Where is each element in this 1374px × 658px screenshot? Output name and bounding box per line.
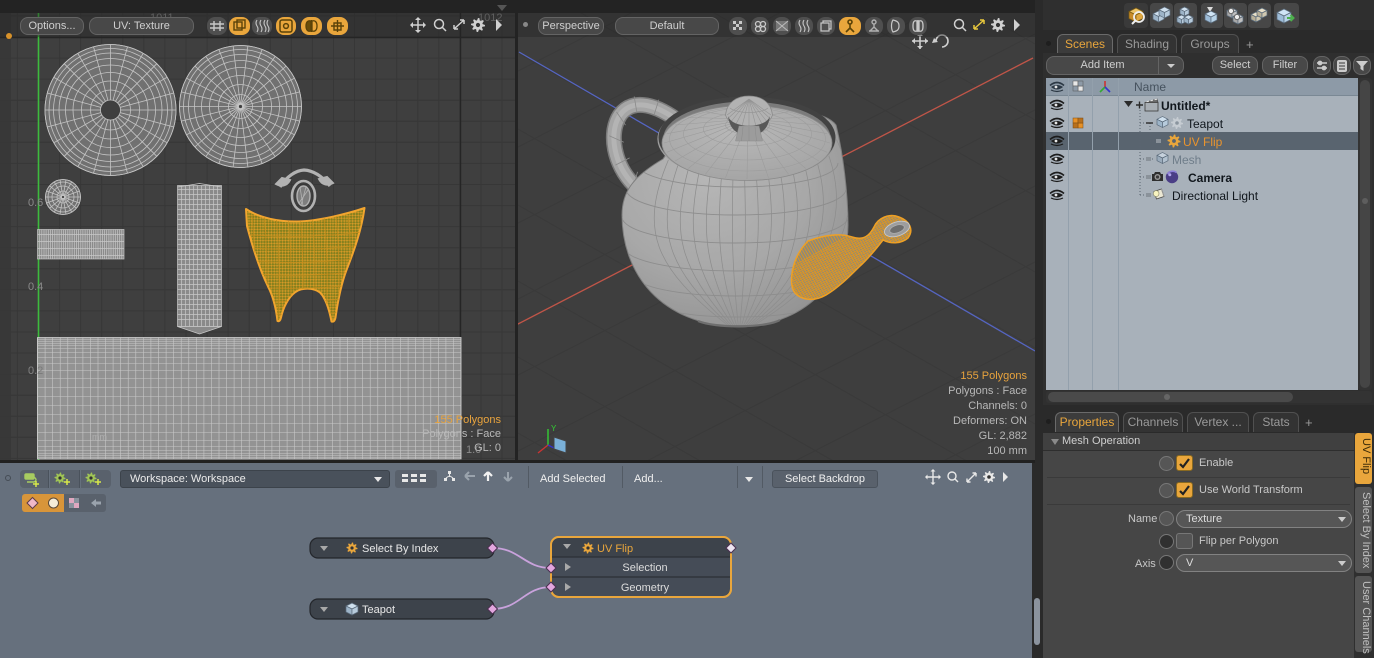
svg-text:0.4: 0.4 [28,281,43,293]
svg-text:155 Polygons: 155 Polygons [960,370,1027,382]
svg-text:GL: 0: GL: 0 [474,442,501,454]
svg-text:Selection: Selection [622,562,667,574]
svg-text:mm: mm [92,432,107,442]
svg-text:Teapot: Teapot [362,604,395,616]
svg-text:Geometry: Geometry [621,582,670,594]
svg-text:0.6: 0.6 [28,197,43,209]
svg-text:Polygons : Face: Polygons : Face [422,428,501,440]
svg-text:100 mm: 100 mm [987,445,1027,457]
svg-text:UV Flip: UV Flip [597,543,633,555]
svg-text:0.2: 0.2 [28,365,43,377]
svg-text:Y: Y [551,424,557,433]
svg-text:Channels: 0: Channels: 0 [968,400,1027,412]
svg-text:155 Polygons: 155 Polygons [434,414,501,426]
svg-text:Deformers: ON: Deformers: ON [953,415,1027,427]
svg-text:Polygons : Face: Polygons : Face [948,385,1027,397]
svg-text:GL: 2,882: GL: 2,882 [979,430,1027,442]
svg-text:Select By Index: Select By Index [362,543,439,555]
